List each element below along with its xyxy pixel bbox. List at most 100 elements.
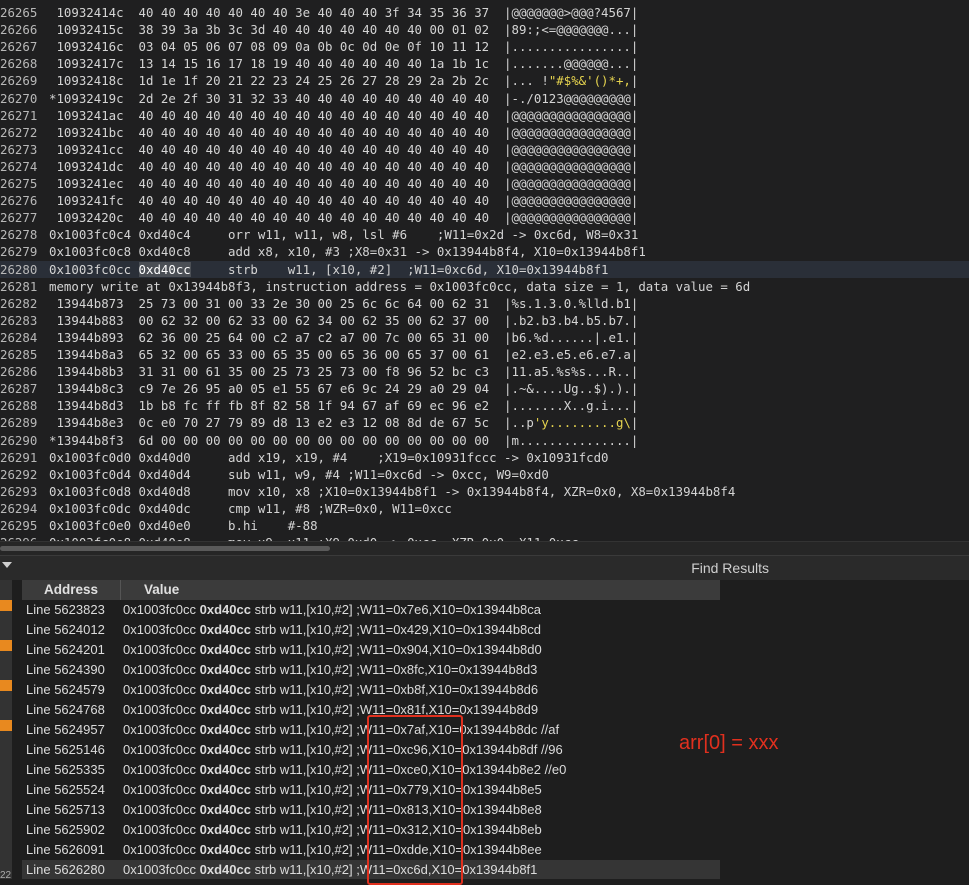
trace-line[interactable]: 26282 13944b873 25 73 00 31 00 33 2e 30 … bbox=[0, 295, 969, 312]
result-address: 0x1003fc0cc bbox=[123, 702, 196, 717]
trace-line[interactable]: 26268 10932417c 13 14 15 16 17 18 19 40 … bbox=[0, 55, 969, 72]
result-instruction: strb w11,[x10,#2] ;W11=0x312,X10=0x13944… bbox=[254, 822, 542, 837]
trace-line[interactable]: 26296 0x1003fc0e8 0xd40e8 mov x9, x11 ;X9… bbox=[0, 534, 969, 541]
trace-line[interactable]: 26278 0x1003fc0c4 0xd40c4 orr w11, w11, w… bbox=[0, 226, 969, 243]
result-offset: 0xd40cc bbox=[199, 822, 251, 837]
trace-line-number: 26289 bbox=[0, 415, 38, 431]
result-row[interactable]: Line 5625335 0x1003fc0cc 0xd40cc strb w11… bbox=[22, 760, 720, 780]
trace-line[interactable]: 26265 10932414c 40 40 40 40 40 40 40 3e … bbox=[0, 4, 969, 21]
result-offset: 0xd40cc bbox=[199, 862, 251, 877]
trace-line[interactable]: 26276 1093241fc 40 40 40 40 40 40 40 40 … bbox=[0, 192, 969, 209]
trace-line[interactable]: 26288 13944b8d3 1b b8 fc ff fb 8f 82 58 … bbox=[0, 397, 969, 414]
scrollbar-thumb[interactable] bbox=[0, 546, 330, 551]
trace-line-text: 0x1003fc0c8 0xd40c8 add x8, x10, #3 ;X8=… bbox=[49, 243, 646, 260]
result-row[interactable]: Line 5625524 0x1003fc0cc 0xd40cc strb w11… bbox=[22, 780, 720, 800]
trace-line[interactable]: 26294 0x1003fc0dc 0xd40dc cmp w11, #8 ;WZ… bbox=[0, 500, 969, 517]
column-header-address[interactable]: Address bbox=[22, 580, 121, 600]
trace-line-number: 26266 bbox=[0, 22, 38, 38]
trace-line-number: 26273 bbox=[0, 141, 38, 157]
trace-line[interactable]: 26277 10932420c 40 40 40 40 40 40 40 40 … bbox=[0, 209, 969, 226]
trace-line[interactable]: 26286 13944b8b3 31 31 00 61 35 00 25 73 … bbox=[0, 363, 969, 380]
ascii-tail: | bbox=[630, 415, 639, 431]
trace-content: 10932418c 1d 1e 1f 20 21 22 23 24 25 26 … bbox=[49, 73, 549, 89]
result-instruction: strb w11,[x10,#2] ;W11=0x904,X10=0x13944… bbox=[254, 642, 542, 657]
trace-line-number: 26265 bbox=[0, 5, 38, 20]
trace-content: 13944b883 00 62 32 00 62 33 00 62 34 00 … bbox=[49, 312, 639, 328]
trace-line[interactable]: 26289 13944b8e3 0c e0 70 27 79 89 d8 13 … bbox=[0, 414, 969, 431]
result-row[interactable]: Line 5624012 0x1003fc0cc 0xd40cc strb w11… bbox=[22, 620, 720, 640]
trace-line[interactable]: 26281 memory write at 0x13944b8f3, instru… bbox=[0, 278, 969, 295]
result-row[interactable]: Line 5624579 0x1003fc0cc 0xd40cc strb w11… bbox=[22, 680, 720, 700]
trace-line-number: 26288 bbox=[0, 398, 38, 414]
trace-line-text: 13944b8b3 31 31 00 61 35 00 25 73 25 73 … bbox=[49, 363, 638, 380]
trace-content: 10932416c 03 04 05 06 07 08 09 0a 0b 0c … bbox=[49, 39, 639, 55]
trace-line[interactable]: 26269 10932418c 1d 1e 1f 20 21 22 23 24 … bbox=[0, 72, 969, 89]
trace-line[interactable]: 26275 1093241ec 40 40 40 40 40 40 40 40 … bbox=[0, 175, 969, 192]
trace-line-number: 26268 bbox=[0, 56, 38, 72]
trace-line[interactable]: 26272 1093241bc 40 40 40 40 40 40 40 40 … bbox=[0, 124, 969, 141]
result-address: 0x1003fc0cc bbox=[123, 762, 196, 777]
collapse-arrow-icon[interactable] bbox=[2, 562, 12, 568]
left-gutter bbox=[0, 580, 12, 879]
result-row[interactable]: Line 5624768 0x1003fc0cc 0xd40cc strb w11… bbox=[22, 700, 720, 720]
trace-line[interactable]: 26271 1093241ac 40 40 40 40 40 40 40 40 … bbox=[0, 107, 969, 124]
result-row[interactable]: Line 5624201 0x1003fc0cc 0xd40cc strb w11… bbox=[22, 640, 720, 660]
trace-line-number: 26284 bbox=[0, 329, 38, 345]
trace-line[interactable]: 26284 13944b893 62 36 00 25 64 00 c2 a7 … bbox=[0, 329, 969, 346]
trace-line[interactable]: 26293 0x1003fc0d8 0xd40d8 mov x10, x8 ;X1… bbox=[0, 483, 969, 500]
annotation-label: arr[0] = xxx bbox=[679, 732, 779, 754]
result-row[interactable]: Line 5625902 0x1003fc0cc 0xd40cc strb w11… bbox=[22, 820, 720, 840]
trace-line[interactable]: 26270 *10932419c 2d 2e 2f 30 31 32 33 40 … bbox=[0, 90, 969, 107]
result-row[interactable]: Line 5624390 0x1003fc0cc 0xd40cc strb w11… bbox=[22, 660, 720, 680]
trace-line[interactable]: 26295 0x1003fc0e0 0xd40e0 b.hi #-88 bbox=[0, 517, 969, 534]
result-address: 0x1003fc0cc bbox=[123, 862, 196, 877]
result-row[interactable]: Line 5625713 0x1003fc0cc 0xd40cc strb w11… bbox=[22, 800, 720, 820]
result-line-number: Line 5624012 bbox=[26, 622, 105, 637]
trace-content: 1093241cc 40 40 40 40 40 40 40 40 40 40 … bbox=[49, 141, 639, 157]
result-offset: 0xd40cc bbox=[199, 682, 251, 697]
results-side-panel bbox=[720, 580, 969, 879]
result-row[interactable]: Line 5625146 0x1003fc0cc 0xd40cc strb w11… bbox=[22, 740, 720, 760]
trace-line[interactable]: 26291 0x1003fc0d0 0xd40d0 add x19, x19, #… bbox=[0, 449, 969, 466]
trace-horizontal-scrollbar[interactable] bbox=[0, 541, 969, 555]
gutter-marker bbox=[0, 680, 12, 691]
result-value: 0x1003fc0cc 0xd40cc strb w11,[x10,#2] ;W… bbox=[123, 640, 542, 660]
result-row[interactable]: Line 5626091 0x1003fc0cc 0xd40cc strb w11… bbox=[22, 840, 720, 860]
result-address: 0x1003fc0cc bbox=[123, 822, 196, 837]
trace-line[interactable]: 26290 *13944b8f3 6d 00 00 00 00 00 00 00 … bbox=[0, 432, 969, 449]
trace-content: 1093241fc 40 40 40 40 40 40 40 40 40 40 … bbox=[49, 193, 639, 209]
trace-line-number: 26276 bbox=[0, 193, 38, 209]
result-instruction: strb w11,[x10,#2] ;W11=0xc96,X10=0x13944… bbox=[254, 742, 563, 757]
result-row[interactable]: Line 5626280 0x1003fc0cc 0xd40cc strb w11… bbox=[22, 860, 720, 879]
trace-line[interactable]: 26267 10932416c 03 04 05 06 07 08 09 0a … bbox=[0, 38, 969, 55]
result-row[interactable]: Line 5624957 0x1003fc0cc 0xd40cc strb w11… bbox=[22, 720, 720, 740]
result-instruction: strb w11,[x10,#2] ;W11=0xb8f,X10=0x13944… bbox=[254, 682, 539, 697]
trace-view[interactable]: 26265 10932414c 40 40 40 40 40 40 40 3e … bbox=[0, 0, 969, 541]
trace-content: 13944b8c3 c9 7e 26 95 a0 05 e1 55 67 e6 … bbox=[49, 381, 639, 397]
selected-text[interactable]: 0xd40cc bbox=[138, 261, 191, 277]
trace-content: 13944b8e3 0c e0 70 27 79 89 d8 13 e2 e3 … bbox=[49, 415, 534, 431]
results-table-header: Address Value bbox=[22, 580, 720, 600]
result-row[interactable]: Line 5623823 0x1003fc0cc 0xd40cc strb w11… bbox=[22, 600, 720, 620]
trace-content: 0x1003fc0e0 0xd40e0 b.hi #-88 bbox=[49, 518, 318, 533]
trace-line-number: 26281 bbox=[0, 278, 38, 294]
trace-line[interactable]: 26292 0x1003fc0d4 0xd40d4 sub w11, w9, #4… bbox=[0, 466, 969, 483]
trace-line[interactable]: 26279 0x1003fc0c8 0xd40c8 add x8, x10, #3… bbox=[0, 243, 969, 260]
trace-line[interactable]: 26273 1093241cc 40 40 40 40 40 40 40 40 … bbox=[0, 141, 969, 158]
trace-line[interactable]: 26266 10932415c 38 39 3a 3b 3c 3d 40 40 … bbox=[0, 21, 969, 38]
trace-line[interactable]: 26274 1093241dc 40 40 40 40 40 40 40 40 … bbox=[0, 158, 969, 175]
trace-line[interactable]: 26285 13944b8a3 65 32 00 65 33 00 65 35 … bbox=[0, 346, 969, 363]
trace-line-number: 26270 bbox=[0, 90, 38, 106]
trace-line-number: 26279 bbox=[0, 244, 38, 260]
trace-line[interactable]: 26283 13944b883 00 62 32 00 62 33 00 62 … bbox=[0, 312, 969, 329]
result-offset: 0xd40cc bbox=[199, 782, 251, 797]
trace-content: 0x1003fc0c4 0xd40c4 orr w11, w11, w8, ls… bbox=[49, 227, 639, 243]
trace-line-number: 26271 bbox=[0, 107, 38, 123]
trace-line-text: 1093241fc 40 40 40 40 40 40 40 40 40 40 … bbox=[49, 192, 638, 209]
result-line-number: Line 5625902 bbox=[26, 822, 105, 837]
trace-line[interactable]: 26287 13944b8c3 c9 7e 26 95 a0 05 e1 55 … bbox=[0, 380, 969, 397]
trace-content: 13944b8a3 65 32 00 65 33 00 65 35 00 65 … bbox=[49, 347, 639, 362]
trace-line-text: 13944b8a3 65 32 00 65 33 00 65 35 00 65 … bbox=[49, 346, 638, 363]
trace-line[interactable]: 26280 0x1003fc0cc 0xd40cc strb w11, [x10,… bbox=[0, 260, 969, 278]
column-header-value[interactable]: Value bbox=[144, 580, 179, 600]
